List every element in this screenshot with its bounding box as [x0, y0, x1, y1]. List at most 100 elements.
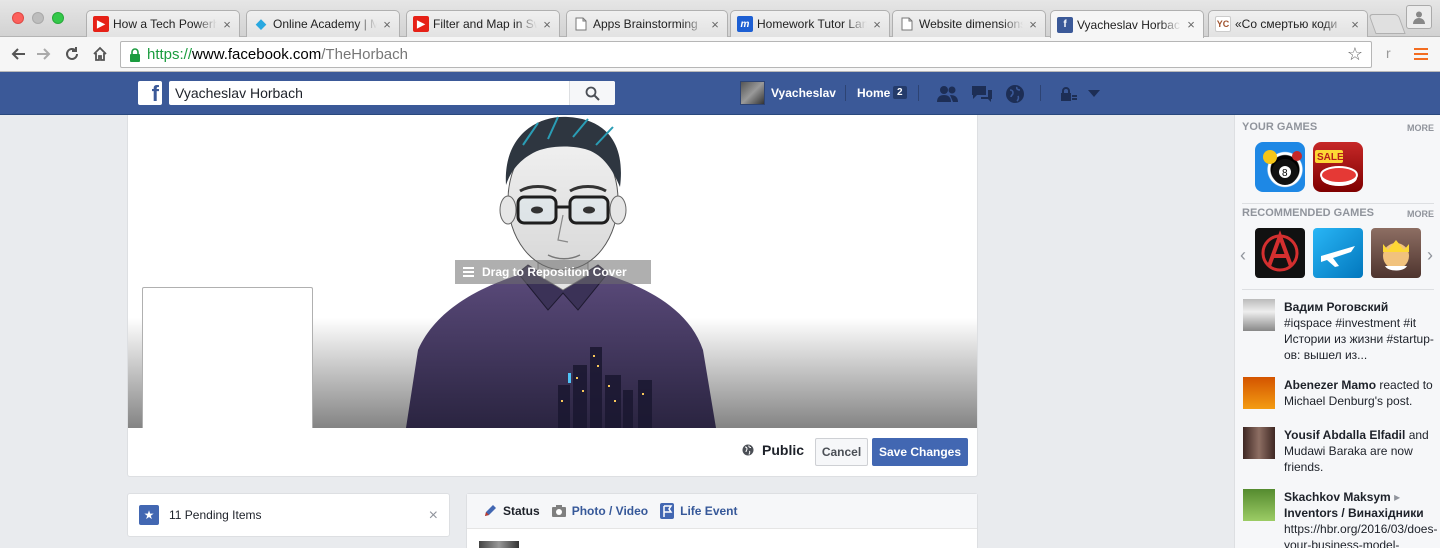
pending-items-label: 11 Pending Items [169, 508, 262, 522]
friend-requests-icon[interactable] [936, 84, 960, 104]
game-king-icon[interactable] [1371, 228, 1421, 278]
back-arrow-icon[interactable] [6, 43, 30, 65]
tab-close-icon[interactable]: × [1349, 17, 1361, 32]
recommended-games-heading: RECOMMENDED GAMES [1242, 207, 1375, 219]
youtube-icon: ▶ [413, 16, 429, 32]
tab-close-icon[interactable]: × [1027, 17, 1039, 32]
browser-tab[interactable]: YC «Со смертью коди × [1208, 10, 1368, 37]
ticker-item[interactable]: Вадим Роговский #iqspace #investment #it… [1243, 299, 1439, 363]
tab-close-icon[interactable]: × [381, 17, 393, 32]
window-close-button[interactable] [12, 12, 24, 24]
facebook-top-bar: f Vyacheslav Home 2 [0, 72, 1440, 115]
browser-tab[interactable]: Website dimensions × [892, 10, 1046, 37]
ticker-text: https://hbr.org/2016/03/does-your-busine… [1284, 522, 1438, 548]
ticker-item[interactable]: Abenezer Mamo reacted to Michael Denburg… [1243, 377, 1439, 409]
ticker-group-name: Inventors / Винахідники [1284, 506, 1424, 520]
tab-close-icon[interactable]: × [541, 17, 553, 32]
drag-handle-icon [463, 267, 474, 277]
tab-close-icon[interactable]: × [709, 17, 721, 32]
avatar [1243, 377, 1275, 409]
ticker-item[interactable]: Skachkov Maksym ▸ Inventors / Винахідник… [1243, 489, 1439, 548]
tab-close-icon[interactable]: × [221, 17, 233, 32]
browser-menu-icon[interactable] [1414, 48, 1428, 63]
tab-status[interactable]: Status [483, 504, 540, 518]
tab-close-icon[interactable]: × [871, 17, 883, 32]
tab-photo-video[interactable]: Photo / Video [551, 504, 648, 518]
youtube-icon: ▶ [93, 16, 109, 32]
ticker-name: Вадим Роговский [1284, 300, 1389, 314]
browser-tab[interactable]: Apps Brainstorming × [566, 10, 728, 37]
cover-actions: Public Cancel Save Changes [128, 428, 977, 476]
globe-icon [742, 444, 754, 456]
url-host: www.facebook.com [192, 46, 322, 63]
camera-icon [551, 505, 566, 517]
tab-close-icon[interactable]: × [1185, 17, 1197, 32]
browser-tab-active[interactable]: f Vyacheslav Horbach × [1050, 10, 1204, 38]
cover-photo[interactable]: Drag to Reposition Cover [128, 115, 977, 428]
your-games-heading: YOUR GAMES [1242, 121, 1318, 133]
messages-icon[interactable] [970, 84, 994, 104]
address-bar[interactable]: https://www.facebook.com/TheHorbach ☆ [120, 41, 1372, 68]
privacy-shortcuts-icon[interactable] [1057, 84, 1081, 104]
extension-icon[interactable]: r [1386, 45, 1391, 61]
tab-life-event[interactable]: Life Event [660, 503, 738, 519]
drag-hint-label: Drag to Reposition Cover [482, 265, 627, 279]
avatar[interactable] [740, 81, 765, 105]
recommended-games-more-link[interactable]: MORE [1407, 209, 1434, 219]
close-icon[interactable]: × [429, 507, 438, 525]
right-sidebar: YOUR GAMES MORE 8 SALE RECOMMENDED GAMES… [1234, 115, 1440, 548]
cancel-button[interactable]: Cancel [815, 438, 868, 466]
forward-arrow-icon[interactable] [32, 43, 56, 65]
browser-tab[interactable]: m Homework Tutor Landing × [730, 10, 890, 37]
privacy-label: Public [762, 442, 805, 458]
account-menu-chevron-down-icon[interactable] [1082, 84, 1106, 104]
profile-icon[interactable] [1406, 5, 1432, 29]
ticker-name: Skachkov Maksym [1284, 490, 1391, 504]
pencil-icon [483, 504, 497, 518]
save-changes-button[interactable]: Save Changes [872, 438, 968, 466]
game-8-ball-pool-icon[interactable]: 8 [1255, 142, 1305, 192]
game-poker-sale-icon[interactable]: SALE [1313, 142, 1363, 192]
svg-text:SALE: SALE [1317, 152, 1344, 163]
divider [1242, 203, 1434, 204]
gem-icon: ◆ [256, 16, 266, 31]
url-path: /TheHorbach [321, 46, 408, 63]
ticker-item[interactable]: Yousif Abdalla Elfadil and Mudawi Baraka… [1243, 427, 1439, 475]
browser-tab[interactable]: ▶ Filter and Map in Swift × [406, 10, 560, 37]
reload-icon[interactable] [60, 43, 84, 65]
window-zoom-button[interactable] [52, 12, 64, 24]
chevron-left-icon[interactable]: ‹ [1240, 245, 1246, 266]
avatar [1243, 489, 1275, 521]
drag-reposition-hint: Drag to Reposition Cover [455, 260, 651, 284]
facebook-search [169, 81, 615, 105]
new-tab-button[interactable] [1368, 14, 1406, 34]
tab-life-event-label: Life Event [680, 504, 738, 518]
window-minimize-button[interactable] [32, 12, 44, 24]
privacy-selector[interactable]: Public [742, 442, 804, 458]
lock-icon [129, 47, 141, 62]
game-airplane-icon[interactable] [1313, 228, 1363, 278]
search-icon[interactable] [569, 81, 615, 105]
game-avengers-icon[interactable] [1255, 228, 1305, 278]
url-scheme: https:// [147, 46, 193, 63]
composer-tabs: Status Photo / Video Life Event [467, 494, 977, 529]
ticker-name: Abenezer Mamo [1284, 378, 1377, 392]
avatar [1243, 427, 1275, 459]
bookmark-star-icon[interactable]: ☆ [1347, 44, 1363, 65]
document-icon [573, 16, 589, 32]
browser-tab[interactable]: ◆ Online Academy | Ma × [246, 10, 400, 37]
browser-tab-strip: ▶ How a Tech Powerhouse × ◆ Online Acade… [0, 0, 1440, 38]
browser-tab[interactable]: ▶ How a Tech Powerhouse × [86, 10, 240, 37]
home-count-badge: 2 [893, 86, 907, 99]
search-input[interactable] [169, 81, 569, 105]
your-games-more-link[interactable]: MORE [1407, 123, 1434, 133]
home-icon[interactable] [88, 43, 112, 65]
notifications-globe-icon[interactable] [1003, 84, 1027, 104]
profile-link[interactable]: Vyacheslav [771, 86, 836, 100]
chevron-right-icon[interactable]: › [1427, 245, 1433, 266]
profile-picture-frame[interactable] [142, 287, 313, 428]
facebook-icon: f [1057, 16, 1073, 33]
home-link[interactable]: Home [857, 86, 890, 100]
facebook-logo-icon[interactable]: f [138, 81, 162, 105]
pending-items-card[interactable]: ★ 11 Pending Items × [127, 493, 450, 537]
